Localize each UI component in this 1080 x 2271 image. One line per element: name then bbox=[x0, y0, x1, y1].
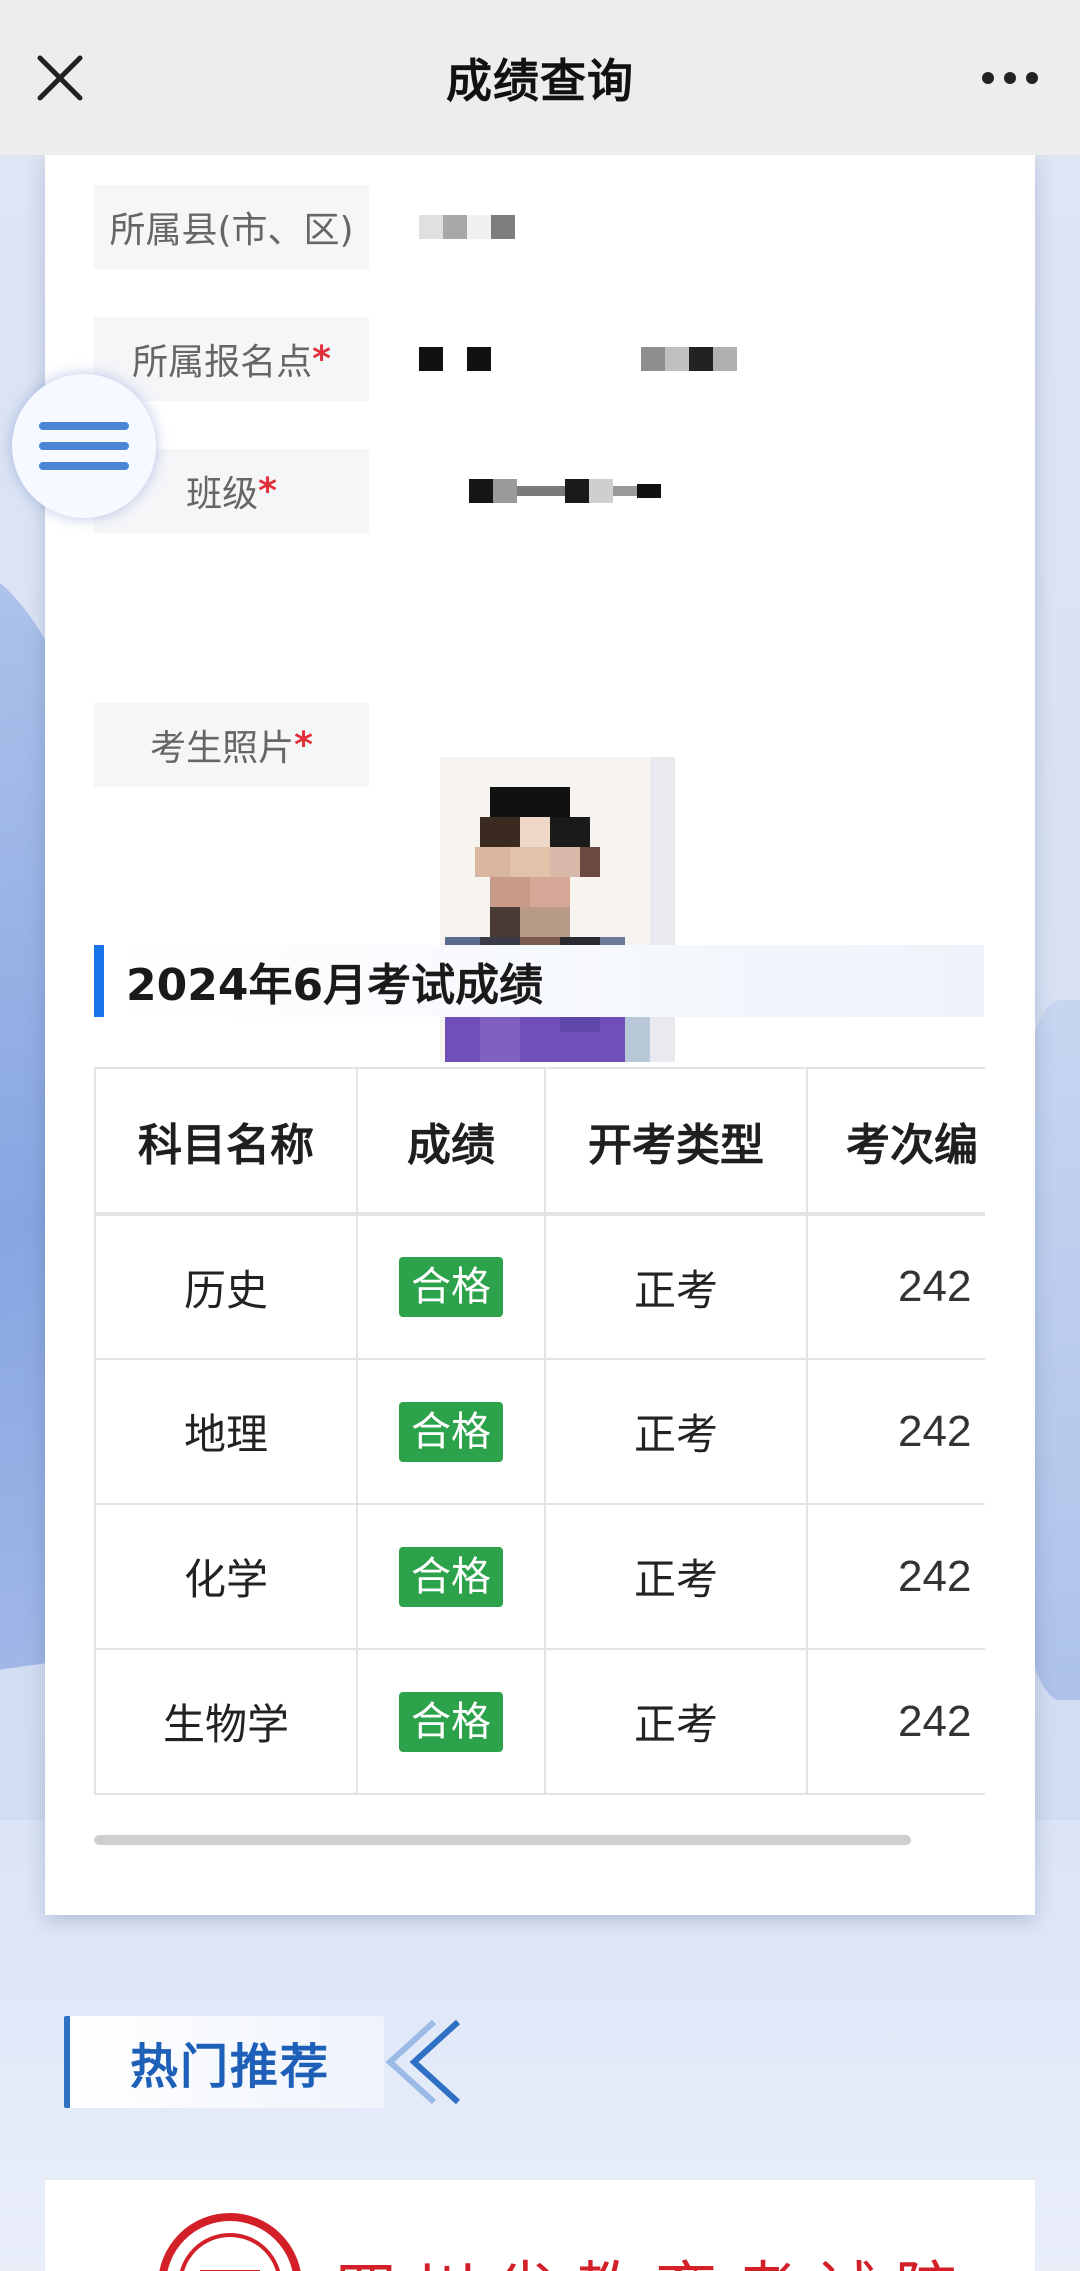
score-table: 科目名称 成绩 开考类型 考次编 历史 合格 正考 242 地理 合格 正考 2… bbox=[94, 1067, 985, 1795]
pixelated-mask bbox=[419, 479, 661, 503]
result-cell: 合格 bbox=[356, 1648, 546, 1795]
required-mark: * bbox=[258, 470, 277, 512]
subject-cell: 化学 bbox=[94, 1503, 358, 1650]
close-icon[interactable] bbox=[30, 48, 90, 108]
exam-code: 242 bbox=[898, 1406, 972, 1456]
exam-code: 242 bbox=[898, 1696, 972, 1746]
pass-badge: 合格 bbox=[399, 1401, 503, 1462]
form-label-text: 所属报名点 bbox=[132, 342, 313, 383]
hot-recommend-label: 热门推荐 bbox=[64, 2016, 384, 2108]
menu-line bbox=[39, 422, 129, 430]
required-mark: * bbox=[294, 724, 313, 766]
pass-badge: 合格 bbox=[399, 1691, 503, 1752]
pixelated-mask bbox=[419, 347, 737, 371]
form-label-text: 所属县(市、区) bbox=[109, 210, 354, 251]
form-label-text: 班级 bbox=[186, 474, 259, 515]
hot-recommend-title: 热门推荐 bbox=[130, 2039, 331, 2095]
exam-type-cell: 正考 bbox=[544, 1358, 808, 1505]
table-row: 生物学 合格 正考 242 bbox=[94, 1648, 985, 1795]
result-cell: 合格 bbox=[356, 1213, 546, 1360]
more-dots-icon[interactable] bbox=[970, 58, 1050, 98]
column-header: 开考类型 bbox=[544, 1067, 808, 1215]
result-cell: 合格 bbox=[356, 1503, 546, 1650]
table-row: 化学 合格 正考 242 bbox=[94, 1503, 985, 1650]
table-header-row: 科目名称 成绩 开考类型 考次编 bbox=[94, 1067, 985, 1215]
score-table-container[interactable]: 科目名称 成绩 开考类型 考次编 历史 合格 正考 242 地理 合格 正考 2… bbox=[94, 1067, 985, 1797]
exam-code: 242 bbox=[898, 1551, 972, 1601]
page: 成绩查询 所属县(市、区) 所属报名点 * 班级 * 考生照片 * 2024年6… bbox=[0, 0, 1080, 2271]
subject-cell: 生物学 bbox=[94, 1648, 358, 1795]
form-label-text: 考生照片 bbox=[150, 728, 295, 769]
redacted-value bbox=[419, 317, 737, 401]
double-chevron-left-icon bbox=[385, 2019, 461, 2105]
exam-code: 242 bbox=[898, 1262, 972, 1311]
hot-recommend-banner: 热门推荐 bbox=[58, 2002, 461, 2120]
exam-code-cell: 242 bbox=[806, 1358, 985, 1505]
floating-menu-button[interactable] bbox=[12, 374, 156, 518]
column-header: 考次编 bbox=[806, 1067, 985, 1215]
form-label: 所属报名点 * bbox=[94, 317, 369, 401]
exam-code-cell: 242 bbox=[806, 1648, 985, 1795]
form-label: 考生照片 * bbox=[94, 703, 369, 787]
horizontal-scrollbar[interactable] bbox=[94, 1835, 911, 1845]
pass-badge: 合格 bbox=[399, 1546, 503, 1607]
required-mark: * bbox=[312, 338, 331, 380]
table-row: 地理 合格 正考 242 bbox=[94, 1358, 985, 1505]
exam-code-cell: 242 bbox=[806, 1213, 985, 1360]
form-row-class: 班级 * bbox=[94, 449, 661, 533]
form-label: 所属县(市、区) bbox=[94, 185, 369, 269]
subject-cell: 历史 bbox=[94, 1213, 358, 1360]
navigation-bar: 成绩查询 bbox=[0, 0, 1080, 155]
org-logo-row: 四川省教育考试院 bbox=[155, 2210, 975, 2271]
section-title: 2024年6月考试成绩 bbox=[126, 960, 544, 1011]
exam-code-cell: 242 bbox=[806, 1503, 985, 1650]
column-header: 科目名称 bbox=[94, 1067, 358, 1215]
result-card: 所属县(市、区) 所属报名点 * 班级 * 考生照片 * 2024年6月考试成绩… bbox=[45, 155, 1035, 1915]
table-row: 历史 合格 正考 242 bbox=[94, 1213, 985, 1360]
redacted-value bbox=[419, 449, 661, 533]
org-seal-logo bbox=[159, 2213, 301, 2271]
org-name: 四川省教育考试院 bbox=[335, 2240, 975, 2271]
redacted-value bbox=[419, 185, 515, 269]
form-row-enrollment-point: 所属报名点 * bbox=[94, 317, 737, 401]
subject-cell: 地理 bbox=[94, 1358, 358, 1505]
section-header: 2024年6月考试成绩 bbox=[94, 945, 984, 1017]
menu-line bbox=[39, 462, 129, 470]
pass-badge: 合格 bbox=[399, 1257, 503, 1317]
form-row-county: 所属县(市、区) bbox=[94, 185, 515, 269]
org-banner[interactable]: 四川省教育考试院 bbox=[45, 2180, 1035, 2271]
page-title: 成绩查询 bbox=[446, 53, 634, 108]
exam-type-cell: 正考 bbox=[544, 1503, 808, 1650]
exam-type-cell: 正考 bbox=[544, 1648, 808, 1795]
pixelated-mask bbox=[419, 215, 515, 239]
result-cell: 合格 bbox=[356, 1358, 546, 1505]
form-row-photo: 考生照片 * bbox=[94, 703, 369, 787]
column-header: 成绩 bbox=[356, 1067, 546, 1215]
exam-type-cell: 正考 bbox=[544, 1213, 808, 1360]
menu-line bbox=[39, 442, 129, 450]
